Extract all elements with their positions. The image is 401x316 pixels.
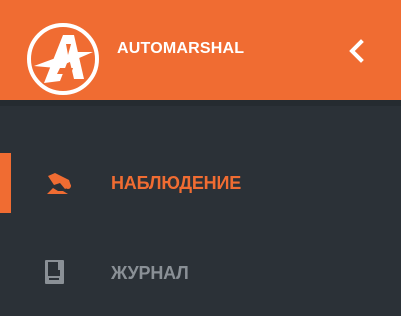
brand-title: AUTOMARSHAL: [117, 40, 245, 57]
sidebar-item-journal[interactable]: ЖУРНАЛ: [0, 243, 401, 303]
sidebar-item-surveillance[interactable]: НАБЛЮДЕНИЕ: [0, 153, 401, 213]
sidebar: AUTOMARSHAL НАБЛЮДЕНИЕ ЖУРНАЛ: [0, 0, 401, 316]
automarshal-logo-icon: [27, 23, 99, 95]
surveillance-camera-icon: [47, 173, 71, 194]
sidebar-header: AUTOMARSHAL: [0, 0, 401, 100]
active-item-indicator: [0, 153, 11, 213]
journal-icon: [45, 260, 64, 284]
sidebar-menu: НАБЛЮДЕНИЕ ЖУРНАЛ: [0, 106, 401, 316]
sidebar-item-label: НАБЛЮДЕНИЕ: [111, 173, 242, 193]
sidebar-item-label: ЖУРНАЛ: [111, 263, 189, 283]
chevron-left-icon[interactable]: [342, 36, 372, 66]
